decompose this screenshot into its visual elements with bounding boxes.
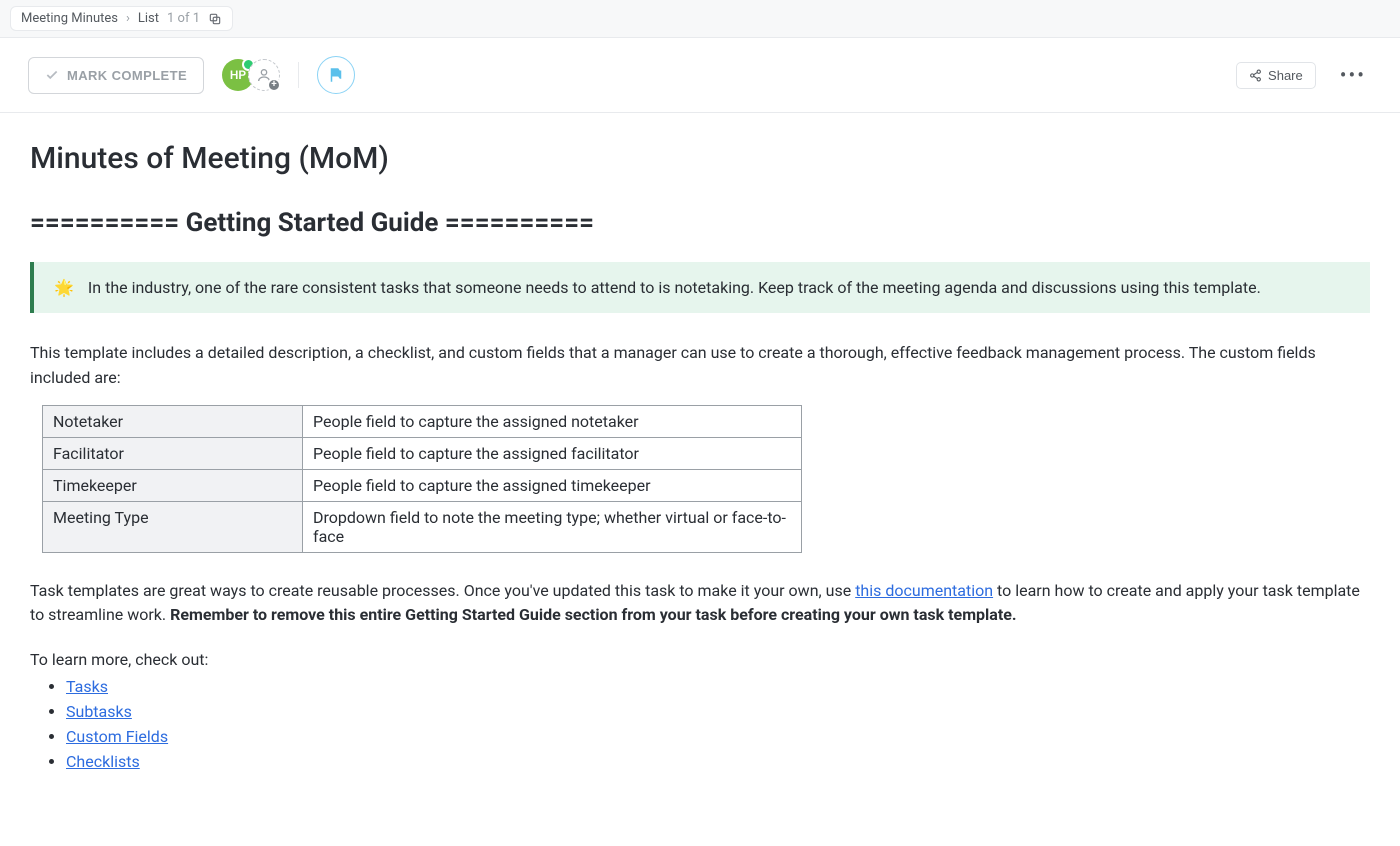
table-row: Facilitator People field to capture the … — [43, 437, 802, 469]
check-icon — [45, 68, 59, 82]
callout: 🌟 In the industry, one of the rare consi… — [30, 262, 1370, 313]
mark-complete-label: MARK COMPLETE — [67, 68, 187, 83]
flag-icon — [327, 66, 345, 84]
callout-text: In the industry, one of the rare consist… — [88, 278, 1261, 297]
custom-fields-table: Notetaker People field to capture the as… — [42, 405, 802, 553]
mark-complete-button[interactable]: MARK COMPLETE — [28, 57, 204, 94]
action-bar: MARK COMPLETE HP + Share ••• — [0, 38, 1400, 113]
link-subtasks[interactable]: Subtasks — [66, 702, 132, 721]
share-label: Share — [1268, 68, 1303, 83]
field-name: Timekeeper — [43, 469, 303, 501]
field-desc: People field to capture the assigned fac… — [303, 437, 802, 469]
table-row: Notetaker People field to capture the as… — [43, 405, 802, 437]
field-name: Meeting Type — [43, 501, 303, 552]
star-icon: 🌟 — [54, 278, 74, 297]
table-row: Timekeeper People field to capture the a… — [43, 469, 802, 501]
field-name: Facilitator — [43, 437, 303, 469]
link-checklists[interactable]: Checklists — [66, 752, 140, 771]
add-assignee-button[interactable]: + — [248, 59, 280, 91]
assignees: HP + — [222, 59, 280, 91]
breadcrumb-root[interactable]: Meeting Minutes — [21, 11, 118, 26]
learn-more-label: To learn more, check out: — [30, 650, 1370, 669]
list-item: Custom Fields — [66, 727, 1370, 746]
list-item: Subtasks — [66, 702, 1370, 721]
content: Minutes of Meeting (MoM) ========== Gett… — [0, 113, 1400, 837]
more-menu-button[interactable]: ••• — [1334, 63, 1372, 87]
breadcrumb[interactable]: Meeting Minutes › List 1 of 1 — [10, 6, 233, 31]
link-custom-fields[interactable]: Custom Fields — [66, 727, 168, 746]
separator — [298, 62, 299, 88]
para2-pre: Task templates are great ways to create … — [30, 581, 855, 600]
top-bar: Meeting Minutes › List 1 of 1 — [0, 0, 1400, 38]
breadcrumb-view[interactable]: List — [138, 11, 159, 26]
field-desc: People field to capture the assigned tim… — [303, 469, 802, 501]
page-title: Minutes of Meeting (MoM) — [30, 141, 1370, 176]
documentation-link[interactable]: this documentation — [855, 581, 993, 600]
list-item: Tasks — [66, 677, 1370, 696]
table-row: Meeting Type Dropdown field to note the … — [43, 501, 802, 552]
intro-paragraph: This template includes a detailed descri… — [30, 341, 1370, 391]
para2-bold: Remember to remove this entire Getting S… — [170, 605, 1016, 624]
template-paragraph: Task templates are great ways to create … — [30, 579, 1370, 629]
field-desc: People field to capture the assigned not… — [303, 405, 802, 437]
breadcrumb-position: 1 of 1 — [167, 11, 200, 26]
copy-icon[interactable] — [208, 12, 222, 26]
list-item: Checklists — [66, 752, 1370, 771]
share-icon — [1249, 69, 1262, 82]
field-name: Notetaker — [43, 405, 303, 437]
link-tasks[interactable]: Tasks — [66, 677, 108, 696]
plus-icon: + — [267, 78, 281, 92]
share-button[interactable]: Share — [1236, 62, 1316, 89]
guide-heading: ========== Getting Started Guide =======… — [30, 208, 1370, 238]
learn-more-list: Tasks Subtasks Custom Fields Checklists — [30, 677, 1370, 771]
priority-flag-button[interactable] — [317, 56, 355, 94]
field-desc: Dropdown field to note the meeting type;… — [303, 501, 802, 552]
avatar-initials: HP — [230, 68, 246, 82]
chevron-right-icon: › — [126, 11, 130, 26]
